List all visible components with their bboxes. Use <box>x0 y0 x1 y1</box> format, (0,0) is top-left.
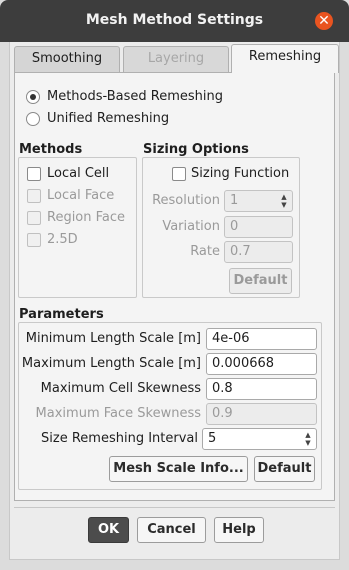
size-remeshing-interval-value: 5 <box>208 431 217 446</box>
sizing-options-title: Sizing Options <box>143 142 252 157</box>
max-cell-skewness-field[interactable]: 0.8 <box>206 378 317 400</box>
max-cell-skewness-label: Maximum Cell Skewness <box>40 381 201 396</box>
two-five-d-label: 2.5D <box>47 232 78 247</box>
size-remeshing-interval-field[interactable]: 5 ▲ ▼ <box>202 428 317 450</box>
spin-up-icon: ▲ <box>281 193 287 201</box>
max-length-scale-label: Maximum Length Scale [m] <box>21 356 201 371</box>
close-button[interactable]: ✕ <box>315 12 333 30</box>
parameters-default-button[interactable]: Default <box>254 456 315 482</box>
variation-field: 0 <box>224 216 293 238</box>
mesh-scale-info-button[interactable]: Mesh Scale Info... <box>109 456 248 482</box>
local-cell-checkbox[interactable] <box>27 167 41 181</box>
window-title: Mesh Method Settings <box>85 12 264 28</box>
methods-based-radio[interactable] <box>26 90 40 104</box>
tab-remeshing[interactable]: Remeshing <box>231 44 339 73</box>
sizing-function-checkbox[interactable] <box>172 167 186 181</box>
min-length-scale-field[interactable]: 4e-06 <box>206 328 317 350</box>
title-bar: Mesh Method Settings ✕ <box>0 0 349 42</box>
region-face-label: Region Face <box>47 210 126 225</box>
resolution-value: 1 <box>230 193 239 208</box>
size-remeshing-interval-label: Size Remeshing Interval <box>41 431 198 446</box>
rate-label: Rate <box>190 244 220 259</box>
resolution-label: Resolution <box>152 193 220 208</box>
help-button[interactable]: Help <box>214 517 264 543</box>
unified-remeshing-radio[interactable] <box>26 112 40 126</box>
sizing-default-button: Default <box>229 268 292 294</box>
spin-down-icon: ▼ <box>281 201 287 209</box>
sizing-function-label[interactable]: Sizing Function <box>191 166 289 181</box>
max-face-skewness-field: 0.9 <box>206 403 317 425</box>
tab-smoothing[interactable]: Smoothing <box>14 46 120 72</box>
parameters-title: Parameters <box>19 307 107 322</box>
tab-layering: Layering <box>123 46 229 72</box>
local-cell-label[interactable]: Local Cell <box>47 166 109 181</box>
methods-based-label[interactable]: Methods-Based Remeshing <box>47 89 223 104</box>
cancel-button[interactable]: Cancel <box>137 517 206 543</box>
spin-up-icon[interactable]: ▲ <box>303 431 313 439</box>
footer-separator <box>14 507 335 508</box>
local-face-label: Local Face <box>47 188 115 203</box>
resolution-field: 1 ▲ ▼ <box>224 190 293 212</box>
local-face-checkbox <box>27 189 41 203</box>
max-face-skewness-label: Maximum Face Skewness <box>35 406 201 421</box>
two-five-d-checkbox <box>27 233 41 247</box>
unified-remeshing-label[interactable]: Unified Remeshing <box>47 111 169 126</box>
rate-field: 0.7 <box>224 241 293 263</box>
min-length-scale-label: Minimum Length Scale [m] <box>25 331 201 346</box>
spin-down-icon[interactable]: ▼ <box>303 439 313 447</box>
variation-label: Variation <box>162 219 220 234</box>
max-length-scale-field[interactable]: 0.000668 <box>206 353 317 375</box>
methods-title: Methods <box>19 142 86 157</box>
region-face-checkbox <box>27 211 41 225</box>
ok-button[interactable]: OK <box>88 517 129 543</box>
